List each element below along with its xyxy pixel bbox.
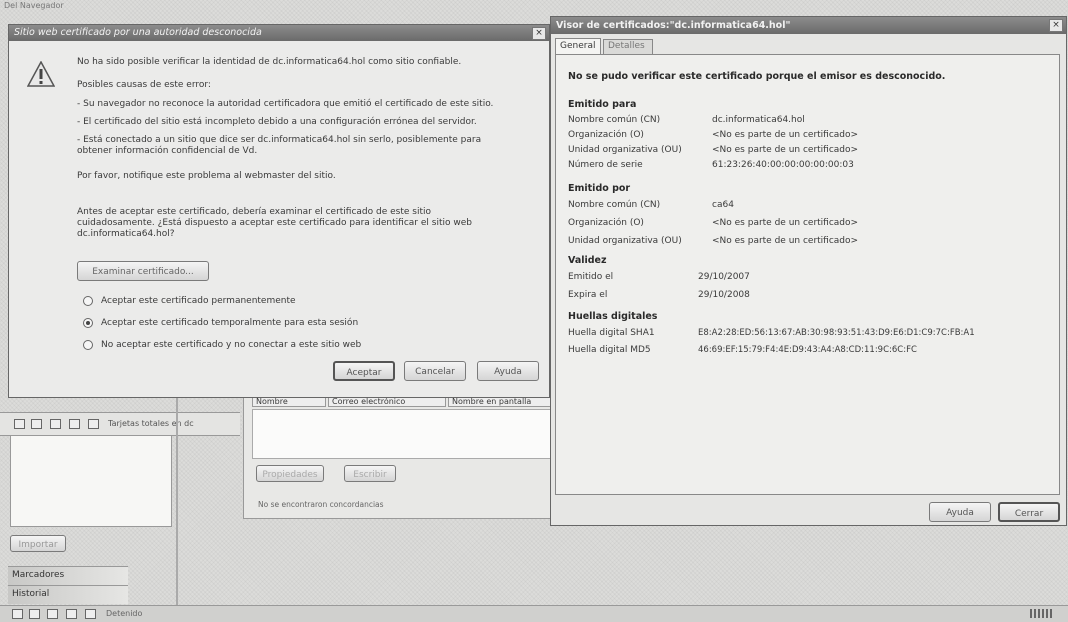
address-book-list [10, 435, 172, 527]
close-icon[interactable]: × [1049, 19, 1063, 32]
write-button[interactable]: Escribir [344, 465, 396, 482]
certificate-viewer-titlebar: Visor de certificados:"dc.informatica64.… [551, 17, 1066, 34]
warning-icon [27, 61, 55, 87]
sidebar-item-label: Marcadores [12, 570, 65, 580]
option-label: No aceptar este certificado y no conecta… [101, 340, 362, 350]
field-value: <No es parte de un certificado> [712, 236, 859, 246]
advice-line: Antes de aceptar este certificado, deber… [77, 207, 432, 217]
issued-by-heading: Emitido por [568, 183, 631, 194]
properties-icon[interactable] [50, 419, 61, 429]
field-value: ca64 [712, 200, 734, 210]
field-value: 61:23:26:40:00:00:00:00:00:03 [712, 160, 854, 170]
properties-button[interactable]: Propiedades [256, 465, 324, 482]
cancel-button[interactable]: Cancelar [404, 361, 466, 381]
causes-heading: Posibles causas de este error: [77, 80, 211, 90]
field-value: 29/10/2008 [698, 290, 750, 300]
contacts-panel: Nombre Correo electrónico Nombre en pant… [243, 392, 565, 519]
field-value: <No es parte de un certificado> [712, 218, 859, 228]
field-label: Nombre común (CN) [568, 200, 661, 210]
sidebar-item-bookmarks[interactable]: Marcadores [8, 566, 128, 585]
tab-label: Detalles [608, 41, 645, 51]
notify-text: Por favor, notifique este problema al we… [77, 171, 336, 181]
security-dialog-titlebar: Sitio web certificado por una autoridad … [9, 25, 549, 41]
security-dialog-title: Sitio web certificado por una autoridad … [14, 27, 262, 38]
new-list-icon[interactable] [31, 419, 42, 429]
delete-icon[interactable] [88, 419, 99, 429]
composer-status-icon[interactable] [66, 609, 77, 619]
help-button[interactable]: Ayuda [477, 361, 539, 381]
field-value: <No es parte de un certificado> [712, 145, 859, 155]
help-button[interactable]: Ayuda [929, 502, 991, 522]
cause-line: - El certificado del sitio está incomple… [77, 117, 477, 127]
contacts-list [252, 409, 559, 459]
field-value: E8:A2:28:ED:56:13:67:AB:30:98:93:51:43:D… [698, 328, 975, 338]
tab-general[interactable]: General [555, 38, 601, 54]
field-label: Huella digital MD5 [568, 345, 651, 355]
radio-reject[interactable] [83, 340, 93, 350]
examine-certificate-button[interactable]: Examinar certificado... [77, 261, 209, 281]
field-label: Organización (O) [568, 218, 644, 228]
field-label: Expira el [568, 290, 608, 300]
field-label: Unidad organizativa (OU) [568, 145, 682, 155]
field-value: dc.informatica64.hol [712, 115, 805, 125]
contacts-status: No se encontraron concordancias [258, 500, 384, 509]
option-label: Aceptar este certificado temporalmente p… [101, 318, 359, 328]
certificate-viewer-title: Visor de certificados:"dc.informatica64.… [556, 20, 791, 31]
tab-label: General [560, 41, 596, 51]
accept-button[interactable]: Aceptar [333, 361, 395, 381]
sidebar-item-history[interactable]: Historial [8, 585, 128, 604]
browser-title: Del Navegador [4, 1, 64, 10]
cause-line: obtener información confidencial de Vd. [77, 146, 258, 156]
import-button[interactable]: Importar [10, 535, 66, 552]
field-value: <No es parte de un certificado> [712, 130, 859, 140]
field-label: Nombre común (CN) [568, 115, 661, 125]
issued-to-heading: Emitido para [568, 99, 637, 110]
field-label: Unidad organizativa (OU) [568, 236, 682, 246]
field-label: Emitido el [568, 272, 614, 282]
advice-line: dc.informatica64.hol? [77, 229, 175, 239]
compose-status-icon[interactable] [29, 609, 40, 619]
certificate-viewer: Visor de certificados:"dc.informatica64.… [550, 16, 1067, 526]
advice-line: cuidadosamente. ¿Está dispuesto a acepta… [77, 218, 472, 228]
chat-status-icon[interactable] [85, 609, 96, 619]
new-card-icon[interactable] [14, 419, 25, 429]
status-text: Detenido [106, 609, 143, 618]
write-icon[interactable] [69, 419, 80, 429]
addressbook-status-icon[interactable] [47, 609, 58, 619]
security-dialog: Sitio web certificado por una autoridad … [8, 24, 550, 398]
close-icon[interactable]: × [532, 27, 546, 40]
field-label: Organización (O) [568, 130, 644, 140]
online-icon [1030, 609, 1052, 618]
cause-line: - Su navegador no reconoce la autoridad … [77, 99, 494, 109]
mail-status-icon[interactable] [12, 609, 23, 619]
tab-details[interactable]: Detalles [603, 39, 653, 54]
intro-text: No ha sido posible verificar la identida… [77, 57, 462, 67]
sidebar-divider [176, 390, 178, 610]
toolbar-label: Tarjetas totales en dc [108, 419, 194, 428]
field-value: 29/10/2007 [698, 272, 750, 282]
tab-content-panel: No se pudo verificar este certificado po… [555, 54, 1060, 495]
status-bar: Detenido [0, 605, 1068, 622]
sidebar-item-label: Historial [12, 589, 50, 599]
radio-accept-permanent[interactable] [83, 296, 93, 306]
close-button[interactable]: Cerrar [998, 502, 1060, 522]
field-label: Número de serie [568, 160, 643, 170]
radio-accept-session[interactable] [83, 318, 93, 328]
verification-warning: No se pudo verificar este certificado po… [568, 71, 946, 82]
fingerprints-heading: Huellas digitales [568, 311, 658, 322]
cause-line: - Está conectado a un sitio que dice ser… [77, 135, 482, 145]
validity-heading: Validez [568, 255, 607, 266]
field-value: 46:69:EF:15:79:F4:4E:D9:43:A4:A8:CD:11:9… [698, 345, 917, 355]
option-label: Aceptar este certificado permanentemente [101, 296, 296, 306]
field-label: Huella digital SHA1 [568, 328, 655, 338]
browser-toolbar: Tarjetas totales en dc [0, 412, 240, 436]
